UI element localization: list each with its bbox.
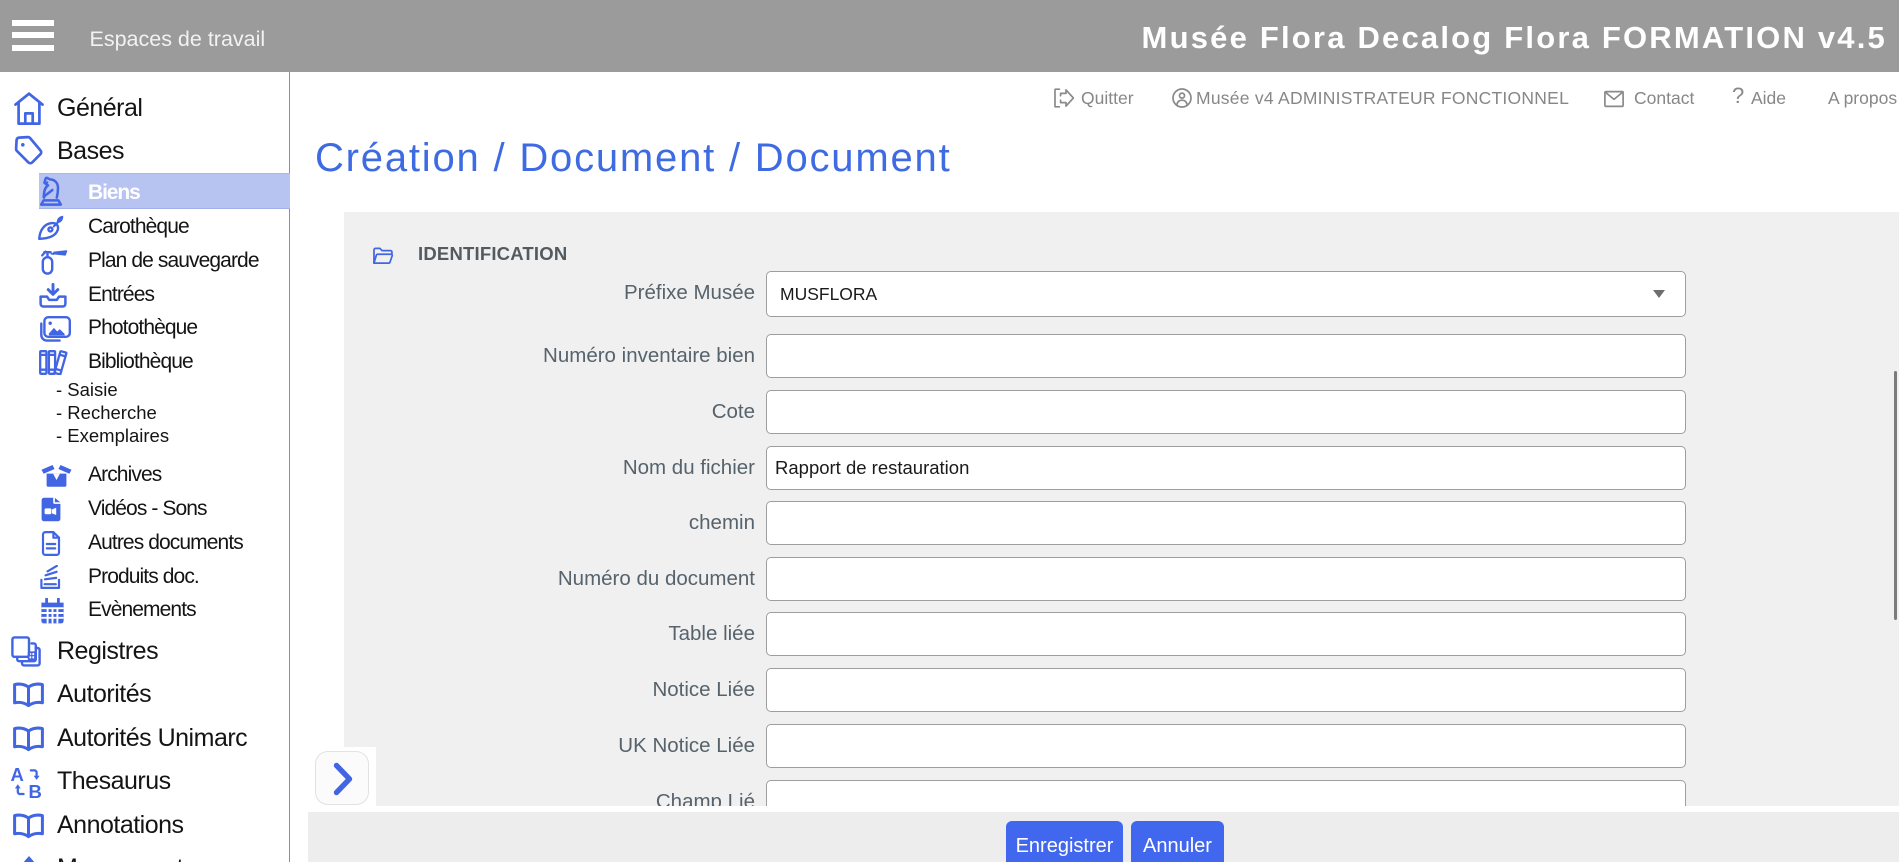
svg-text:A: A (11, 766, 24, 785)
svg-text:B: B (29, 781, 42, 798)
